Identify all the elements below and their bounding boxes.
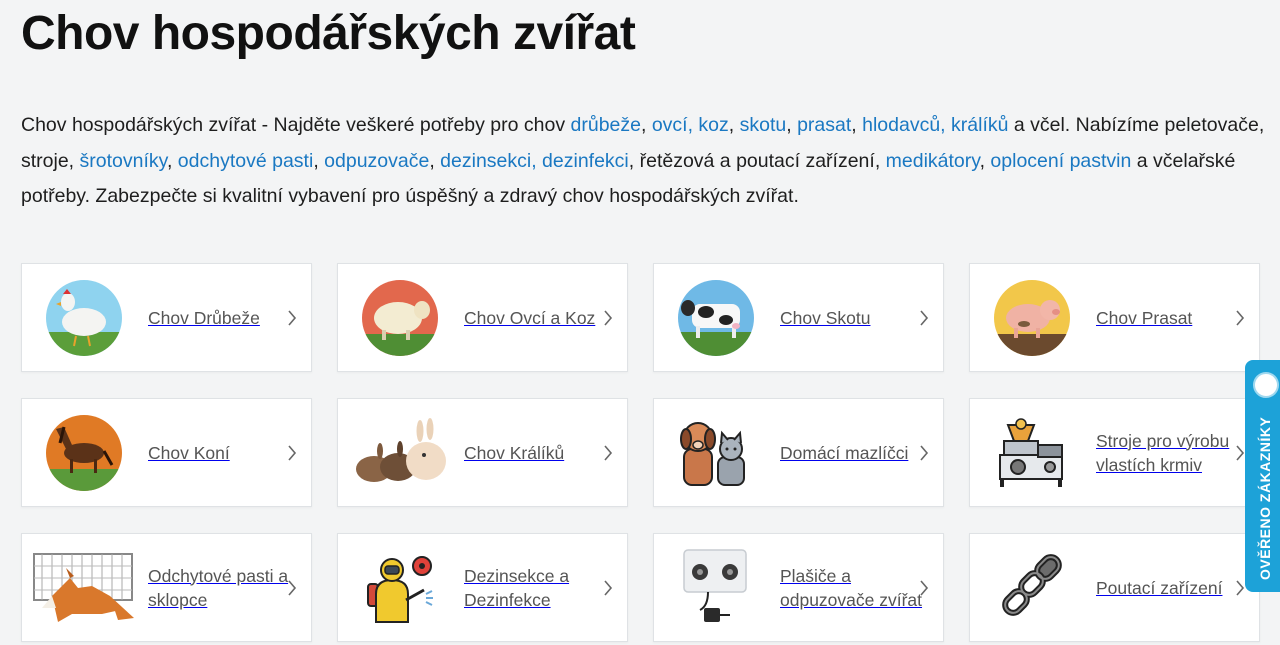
sheep-icon bbox=[362, 279, 438, 356]
category-card-skot[interactable]: Chov Skotu bbox=[653, 263, 944, 372]
chevron-right-icon bbox=[920, 579, 929, 596]
verified-seal-icon bbox=[1253, 372, 1279, 398]
link-prasat[interactable]: prasat bbox=[797, 114, 851, 136]
category-card-drubez[interactable]: Chov Drůbeže bbox=[21, 263, 312, 372]
chevron-right-icon bbox=[604, 579, 613, 596]
category-label: Poutací zařízení bbox=[1096, 577, 1223, 598]
category-card-poutaci-zarizeni[interactable]: Poutací zařízení bbox=[969, 533, 1260, 642]
chevron-right-icon bbox=[604, 309, 613, 326]
category-card-ovce-kozy[interactable]: Chov Ovcí a Koz bbox=[337, 263, 628, 372]
trap-icon bbox=[32, 550, 136, 626]
rabbit-icon bbox=[348, 415, 452, 491]
link-odchytove-pasti[interactable]: odchytové pasti bbox=[178, 150, 314, 172]
category-label: Plašiče a odpuzovače zvířat bbox=[780, 565, 923, 610]
link-odpuzovace[interactable]: odpuzovače bbox=[324, 150, 429, 172]
link-dezinsekci-dezinfekci[interactable]: dezinsekci, dezinfekci bbox=[440, 150, 629, 172]
chevron-right-icon bbox=[1236, 309, 1245, 326]
category-label: Chov Skotu bbox=[780, 307, 871, 328]
feed-machine-icon bbox=[994, 415, 1070, 491]
category-card-kralici[interactable]: Chov Králíků bbox=[337, 398, 628, 507]
category-label: Stroje pro výrobu vlastích krmiv bbox=[1096, 430, 1230, 475]
category-label: Domácí mazlíčci bbox=[780, 442, 909, 463]
chevron-right-icon bbox=[920, 309, 929, 326]
category-card-plasice[interactable]: Plašiče a odpuzovače zvířat bbox=[653, 533, 944, 642]
link-srotovniky[interactable]: šrotovníky bbox=[80, 150, 167, 172]
link-skotu[interactable]: skotu bbox=[740, 114, 787, 136]
verified-customers-badge[interactable]: OVĚŘENO ZÁKAZNÍKY bbox=[1245, 360, 1280, 592]
category-label: Chov Králíků bbox=[464, 442, 565, 463]
chain-icon bbox=[994, 550, 1070, 626]
category-card-domaci-mazlicci[interactable]: Domácí mazlíčci bbox=[653, 398, 944, 507]
page-title: Chov hospodářských zvířat bbox=[21, 7, 636, 60]
chevron-right-icon bbox=[288, 444, 297, 461]
category-label: Chov Prasat bbox=[1096, 307, 1193, 328]
pig-icon bbox=[994, 279, 1070, 356]
link-hlodavcu-kraliku[interactable]: hlodavců, králíků bbox=[862, 114, 1008, 136]
chevron-right-icon bbox=[288, 579, 297, 596]
chevron-right-icon bbox=[1236, 444, 1245, 461]
pets-icon bbox=[678, 415, 754, 491]
link-medikatory[interactable]: medikátory bbox=[886, 150, 980, 172]
category-label: Chov Koní bbox=[148, 442, 230, 463]
category-grid: Chov Drůbeže Chov Ovcí a Koz Chov Skotu … bbox=[21, 263, 1260, 642]
category-card-odchytove-pasti[interactable]: Odchytové pasti a sklopce bbox=[21, 533, 312, 642]
category-label: Chov Drůbeže bbox=[148, 307, 260, 328]
repeller-icon bbox=[678, 548, 754, 626]
link-ovci-koz[interactable]: ovcí, koz bbox=[652, 114, 729, 136]
link-oploceni-pastvin[interactable]: oplocení pastvin bbox=[990, 150, 1131, 172]
chevron-right-icon bbox=[1236, 579, 1245, 596]
intro-text: Chov hospodářských zvířat - Najděte vešk… bbox=[21, 114, 1265, 207]
category-card-stroje-krmiva[interactable]: Stroje pro výrobu vlastích krmiv bbox=[969, 398, 1260, 507]
chevron-right-icon bbox=[920, 444, 929, 461]
cow-icon bbox=[678, 279, 754, 356]
badge-text: OVĚŘENO ZÁKAZNÍKY bbox=[1257, 416, 1273, 580]
category-label: Chov Ovcí a Koz bbox=[464, 307, 596, 328]
chevron-right-icon bbox=[288, 309, 297, 326]
horse-icon bbox=[46, 414, 122, 491]
chevron-right-icon bbox=[604, 444, 613, 461]
category-label: Odchytové pasti a sklopce bbox=[148, 565, 289, 610]
category-card-prasata[interactable]: Chov Prasat bbox=[969, 263, 1260, 372]
disinfection-icon bbox=[362, 550, 438, 626]
category-label: Dezinsekce a Dezinfekce bbox=[464, 565, 570, 610]
category-card-kone[interactable]: Chov Koní bbox=[21, 398, 312, 507]
chicken-icon bbox=[46, 279, 122, 356]
category-card-dezinsekce[interactable]: Dezinsekce a Dezinfekce bbox=[337, 533, 628, 642]
link-drubeze[interactable]: drůbeže bbox=[571, 114, 641, 136]
